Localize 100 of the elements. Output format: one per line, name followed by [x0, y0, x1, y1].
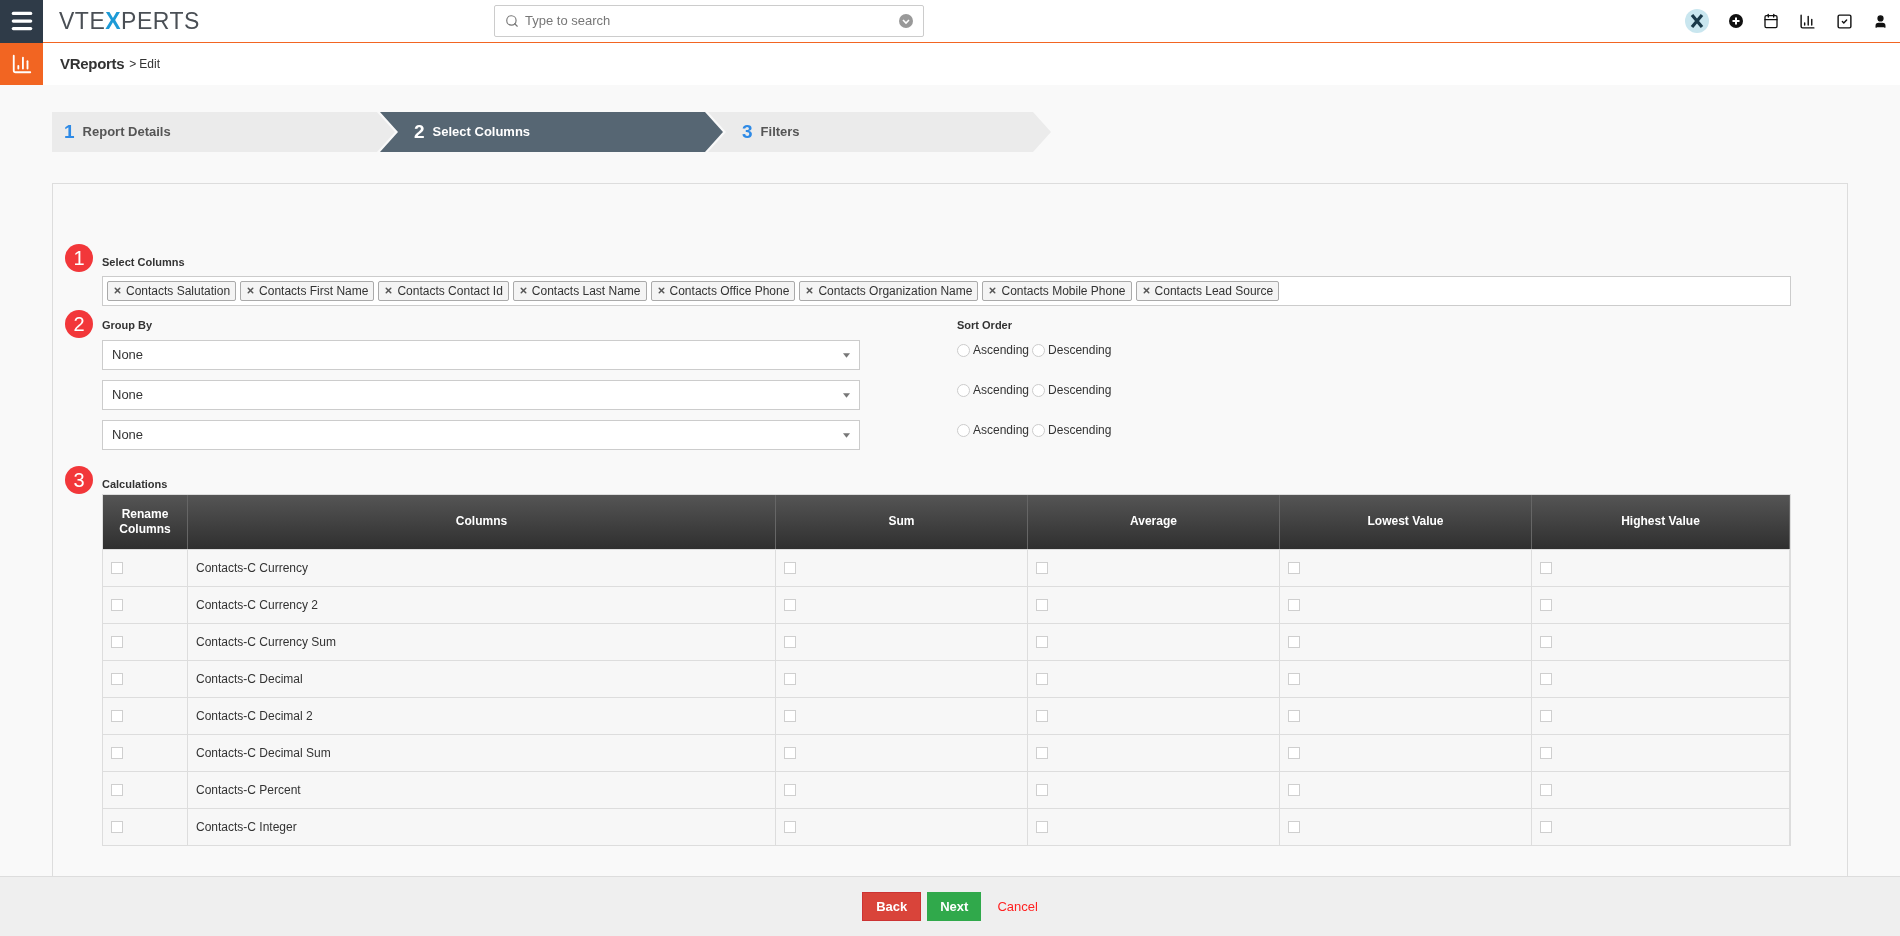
checkbox[interactable]: [1540, 561, 1552, 574]
checkbox[interactable]: [784, 746, 796, 759]
checkbox[interactable]: [1540, 820, 1552, 833]
step-marker: 1: [65, 244, 93, 272]
checkbox[interactable]: [111, 561, 123, 574]
radio-button[interactable]: [1032, 383, 1046, 397]
checkbox[interactable]: [111, 746, 123, 759]
checkbox[interactable]: [111, 598, 123, 611]
caret-icon: [843, 392, 850, 398]
radio-button[interactable]: [957, 423, 970, 437]
remove-icon[interactable]: [1141, 286, 1151, 295]
column-header: Lowest Value: [1280, 494, 1532, 549]
column-header: Highest Value: [1532, 494, 1790, 549]
wizard-step[interactable]: 1 Report Details: [52, 112, 395, 152]
wizard-step[interactable]: 2 Select Columns: [380, 112, 723, 152]
group-by-select[interactable]: None: [102, 420, 860, 450]
checkbox[interactable]: [1288, 598, 1300, 611]
checkbox[interactable]: [784, 783, 796, 796]
remove-icon[interactable]: [113, 286, 122, 295]
wizard-step[interactable]: 3 Filters: [708, 112, 1051, 152]
remove-icon[interactable]: [384, 286, 394, 295]
column-tag[interactable]: Contacts Mobile Phone: [982, 280, 1132, 301]
checkbox[interactable]: [1288, 672, 1300, 685]
group-by-select[interactable]: None: [102, 340, 860, 370]
checkbox[interactable]: [784, 598, 796, 611]
columns-select-field[interactable]: Contacts Salutation Contacts First Name Contacts Contact Id Contacts Last Name Contacts Office Phone Contacts Organization Name Contacts Mobile Phone Contacts Lead Source: [102, 275, 1791, 306]
checkbox[interactable]: [784, 709, 796, 722]
table-cell: Contacts-C Decimal 2: [188, 697, 776, 734]
search-icon: [505, 14, 519, 28]
app-icon[interactable]: [1685, 9, 1709, 33]
remove-icon[interactable]: [988, 286, 998, 295]
column-header: Sum: [776, 494, 1028, 549]
checkbox[interactable]: [1036, 746, 1048, 759]
field-label: Calculations: [102, 477, 169, 492]
column-tag[interactable]: Contacts Last Name: [512, 280, 647, 301]
column-tag[interactable]: Contacts Organization Name: [799, 280, 979, 301]
radio-label: Descending: [1048, 342, 1112, 359]
remove-icon[interactable]: [518, 286, 528, 295]
checkbox[interactable]: [1540, 635, 1552, 648]
checkbox[interactable]: [1288, 783, 1300, 796]
column-tag[interactable]: Contacts Lead Source: [1135, 280, 1280, 301]
checkbox[interactable]: [111, 783, 123, 796]
checkbox[interactable]: [111, 820, 123, 833]
radio-button[interactable]: [957, 343, 970, 357]
radio-button[interactable]: [1032, 343, 1046, 357]
bar-chart-icon: [10, 53, 33, 75]
checkbox[interactable]: [1540, 598, 1552, 611]
checkbox[interactable]: [111, 672, 123, 685]
breadcrumb-separator: >: [129, 56, 137, 73]
column-tag[interactable]: Contacts Office Phone: [650, 280, 796, 301]
checkbox[interactable]: [1540, 709, 1552, 722]
checkbox[interactable]: [1288, 561, 1300, 574]
checkbox[interactable]: [1288, 709, 1300, 722]
checkbox[interactable]: [1540, 746, 1552, 759]
checkbox[interactable]: [1036, 783, 1048, 796]
back-button[interactable]: Back: [862, 892, 922, 921]
checkbox[interactable]: [1540, 783, 1552, 796]
checkbox[interactable]: [1036, 598, 1048, 611]
radio-button[interactable]: [1032, 423, 1046, 437]
column-tag[interactable]: Contacts First Name: [240, 280, 375, 301]
task-icon[interactable]: [1836, 12, 1853, 30]
radio-label: Descending: [1048, 422, 1112, 439]
checkbox[interactable]: [1288, 635, 1300, 648]
user-icon[interactable]: [1873, 13, 1888, 29]
module-title[interactable]: VReports: [60, 52, 125, 76]
column-header: Average: [1028, 494, 1280, 549]
remove-icon[interactable]: [805, 286, 815, 295]
checkbox[interactable]: [1036, 561, 1048, 574]
checkbox[interactable]: [784, 635, 796, 648]
checkbox[interactable]: [1288, 820, 1300, 833]
bar-chart-icon[interactable]: [1799, 12, 1816, 30]
breadcrumb-page: Edit: [139, 56, 160, 73]
checkbox[interactable]: [1036, 820, 1048, 833]
field-label: Group By: [102, 317, 154, 333]
remove-icon[interactable]: [246, 286, 256, 295]
column-header: Columns: [188, 494, 776, 549]
remove-icon[interactable]: [656, 286, 666, 295]
checkbox[interactable]: [1288, 746, 1300, 759]
step-marker: 3: [65, 466, 93, 494]
search-bar[interactable]: Type to search: [494, 5, 924, 37]
table-cell: Contacts-C Currency 2: [188, 586, 776, 623]
checkbox[interactable]: [1540, 672, 1552, 685]
checkbox[interactable]: [784, 672, 796, 685]
column-tag[interactable]: Contacts Salutation: [107, 280, 237, 301]
table-cell: Contacts-C Percent: [188, 771, 776, 808]
checkbox[interactable]: [1036, 635, 1048, 648]
column-tag[interactable]: Contacts Contact Id: [378, 280, 509, 301]
add-icon[interactable]: [1729, 14, 1743, 28]
checkbox[interactable]: [111, 635, 123, 648]
radio-button[interactable]: [957, 383, 970, 397]
table-cell: Contacts-C Currency Sum: [188, 623, 776, 660]
checkbox[interactable]: [784, 561, 796, 574]
calendar-icon[interactable]: [1763, 13, 1779, 29]
checkbox[interactable]: [784, 820, 796, 833]
search-field[interactable]: Type to search: [525, 11, 893, 31]
menu-button[interactable]: [0, 0, 43, 43]
group-by-select[interactable]: None: [102, 380, 860, 410]
checkbox[interactable]: [1036, 709, 1048, 722]
checkbox[interactable]: [1036, 672, 1048, 685]
checkbox[interactable]: [111, 709, 123, 722]
